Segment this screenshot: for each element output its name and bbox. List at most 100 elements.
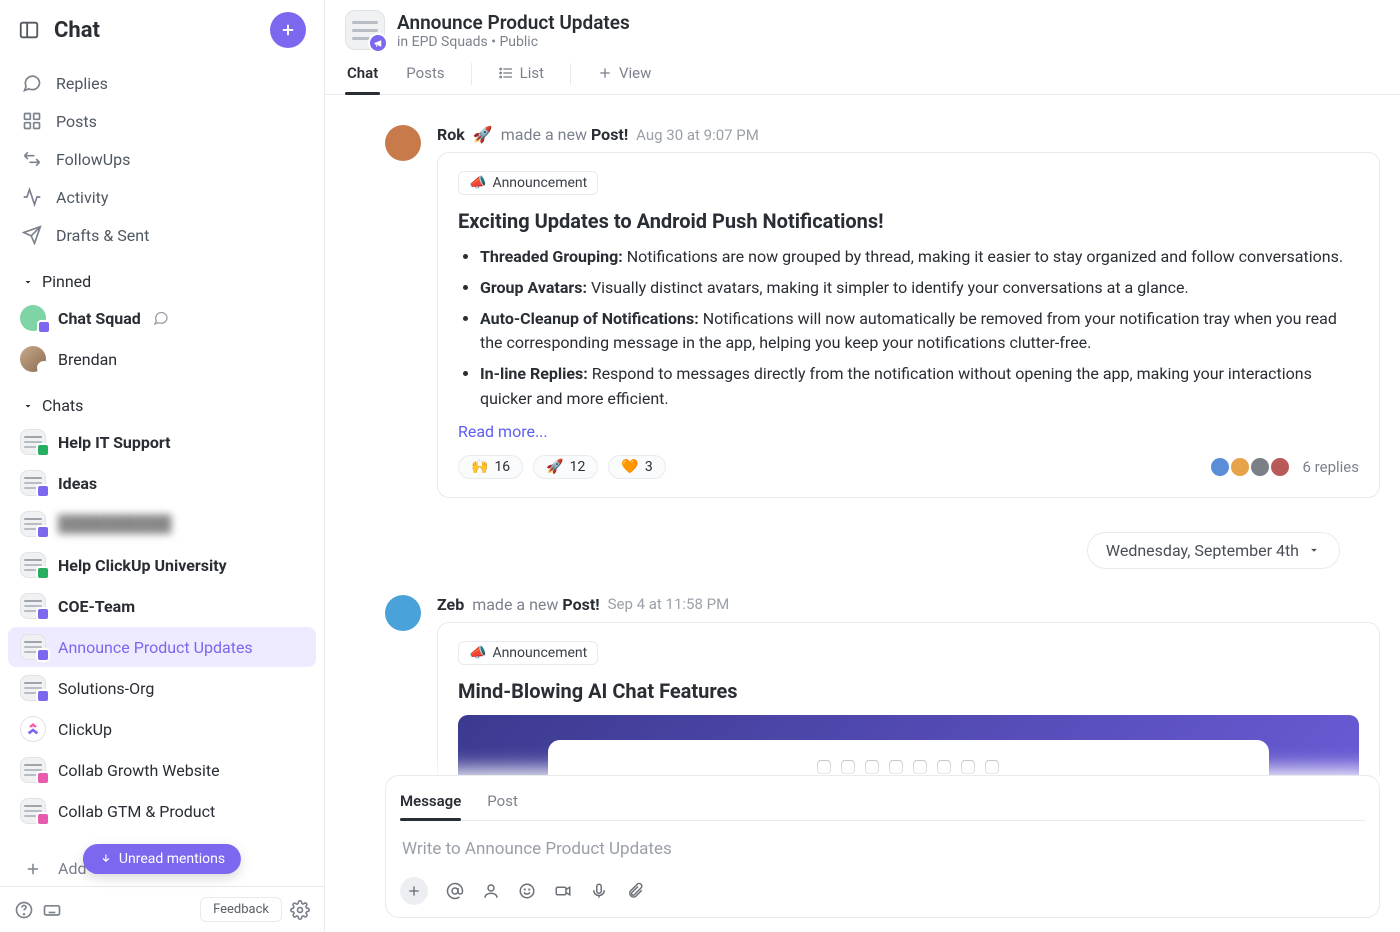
reaction[interactable]: 🚀12: [533, 455, 598, 479]
post-card[interactable]: 📣Announcement Mind-Blowing AI Chat Featur…: [437, 622, 1380, 775]
assignee-icon[interactable]: [482, 882, 500, 900]
megaphone-badge-icon: [368, 33, 388, 53]
microphone-icon[interactable]: [590, 882, 608, 900]
channel-title: Announce Product Updates: [397, 11, 630, 34]
pinned-label: Pinned: [42, 272, 91, 291]
post-card[interactable]: 📣Announcement Exciting Updates to Android…: [437, 152, 1380, 498]
composer-tab-message[interactable]: Message: [400, 786, 461, 820]
tab-chat[interactable]: Chat: [345, 54, 380, 94]
video-icon[interactable]: [554, 882, 572, 900]
composer-add-button[interactable]: [400, 877, 428, 905]
chat-item[interactable]: Ideas: [8, 463, 316, 503]
avatar: [20, 675, 46, 701]
attachment-icon[interactable]: [626, 882, 644, 900]
author-avatar[interactable]: [385, 125, 421, 161]
chats-section-header[interactable]: Chats: [0, 380, 324, 421]
sidebar-nav: RepliesPostsFollowUpsActivityDrafts & Se…: [0, 62, 324, 256]
replies-icon: [22, 73, 42, 93]
chat-item[interactable]: Help IT Support: [8, 422, 316, 462]
replies-summary[interactable]: 6 replies: [1215, 456, 1359, 478]
post: Zeb made a new Post! Sep 4 at 11:58 PM 📣A…: [385, 595, 1380, 775]
settings-icon[interactable]: [290, 900, 310, 920]
avatar: [20, 757, 46, 783]
nav-followups[interactable]: FollowUps: [10, 140, 314, 178]
read-more-link[interactable]: Read more...: [458, 422, 1359, 441]
date-pill[interactable]: Wednesday, September 4th: [1087, 532, 1340, 569]
help-icon[interactable]: [14, 900, 34, 920]
chat-item[interactable]: Collab GTM & Product: [8, 791, 316, 831]
visibility-label: Public: [499, 34, 538, 50]
activity-icon: [22, 187, 42, 207]
unread-pill-label: Unread mentions: [119, 851, 225, 867]
posts-icon: [22, 111, 42, 131]
chat-item[interactable]: Announce Product Updates: [8, 627, 316, 667]
post-title: Exciting Updates to Android Push Notific…: [458, 209, 1359, 233]
avatar: [20, 429, 46, 455]
announcement-chip[interactable]: 📣Announcement: [458, 641, 598, 665]
composer-input[interactable]: Write to Announce Product Updates: [400, 833, 1365, 877]
author-name[interactable]: Zeb: [437, 595, 464, 614]
sidebar: Chat RepliesPostsFollowUpsActivityDrafts…: [0, 0, 325, 932]
pinned-item[interactable]: Brendan: [8, 339, 316, 379]
sidebar-header: Chat: [0, 0, 324, 62]
channel-avatar: [345, 10, 385, 50]
tab-add-view[interactable]: View: [595, 54, 653, 94]
author-name[interactable]: Rok: [437, 125, 465, 144]
announcement-icon: 📣: [469, 645, 486, 661]
avatar: [20, 346, 46, 372]
announcement-chip[interactable]: 📣Announcement: [458, 171, 598, 195]
chat-item[interactable]: Solutions-Org: [8, 668, 316, 708]
chevron-down-icon: [1307, 543, 1321, 557]
unread-mentions-pill[interactable]: Unread mentions: [83, 844, 241, 874]
avatar: [20, 593, 46, 619]
chat-item[interactable]: ClickUp: [8, 709, 316, 749]
tab-list[interactable]: List: [496, 54, 546, 94]
chat-item[interactable]: Collab Growth Website: [8, 750, 316, 790]
reactions-row: 🙌16 🚀12 🧡3 6 replies: [458, 455, 1359, 479]
post-header: Zeb made a new Post! Sep 4 at 11:58 PM: [437, 595, 1380, 614]
channel-header: Announce Product Updates in EPD Squads •…: [325, 0, 1400, 54]
new-chat-button[interactable]: [270, 12, 306, 48]
reaction[interactable]: 🙌16: [458, 455, 523, 479]
avatar: [20, 511, 46, 537]
post-title: Mind-Blowing AI Chat Features: [458, 679, 1359, 703]
channel-subtitle: in EPD Squads • Public: [397, 34, 630, 50]
media-preview[interactable]: [458, 715, 1359, 775]
emoji-icon[interactable]: [518, 882, 536, 900]
composer-actions: [400, 877, 1365, 905]
chat-item[interactable]: Help ClickUp University: [8, 545, 316, 585]
chat-feed[interactable]: Rok🚀 made a new Post! Aug 30 at 9:07 PM📣…: [325, 95, 1400, 775]
main-panel: Announce Product Updates in EPD Squads •…: [325, 0, 1400, 932]
panel-toggle-icon[interactable]: [18, 19, 40, 41]
sidebar-footer: Feedback: [0, 886, 324, 932]
drafts-icon: [22, 225, 42, 245]
mention-icon[interactable]: [446, 882, 464, 900]
nav-drafts[interactable]: Drafts & Sent: [10, 216, 314, 254]
space-link[interactable]: EPD Squads: [412, 34, 488, 50]
post: Rok🚀 made a new Post! Aug 30 at 9:07 PM📣…: [385, 125, 1380, 498]
post-body: Threaded Grouping: Notifications are now…: [480, 245, 1359, 412]
tab-posts[interactable]: Posts: [404, 54, 446, 94]
plus-icon: [597, 65, 613, 81]
pinned-item[interactable]: Chat Squad: [8, 298, 316, 338]
chat-item[interactable]: COE-Team: [8, 586, 316, 626]
announcement-icon: 📣: [469, 175, 486, 191]
feedback-button[interactable]: Feedback: [200, 897, 282, 922]
chats-label: Chats: [42, 396, 83, 415]
chevron-down-icon: [22, 400, 34, 412]
nav-posts[interactable]: Posts: [10, 102, 314, 140]
view-tabs: Chat Posts List View: [325, 54, 1400, 95]
author-avatar[interactable]: [385, 595, 421, 631]
chevron-down-icon: [22, 276, 34, 288]
message-composer: Message Post Write to Announce Product U…: [385, 775, 1380, 918]
avatar: [20, 305, 46, 331]
nav-activity[interactable]: Activity: [10, 178, 314, 216]
date-separator: Wednesday, September 4th: [385, 532, 1340, 569]
nav-replies[interactable]: Replies: [10, 64, 314, 102]
keyboard-icon[interactable]: [42, 900, 62, 920]
reaction[interactable]: 🧡3: [608, 455, 665, 479]
pinned-section-header[interactable]: Pinned: [0, 256, 324, 297]
composer-tab-post[interactable]: Post: [487, 786, 518, 820]
chat-item[interactable]: ██████████: [8, 504, 316, 544]
followups-icon: [22, 149, 42, 169]
